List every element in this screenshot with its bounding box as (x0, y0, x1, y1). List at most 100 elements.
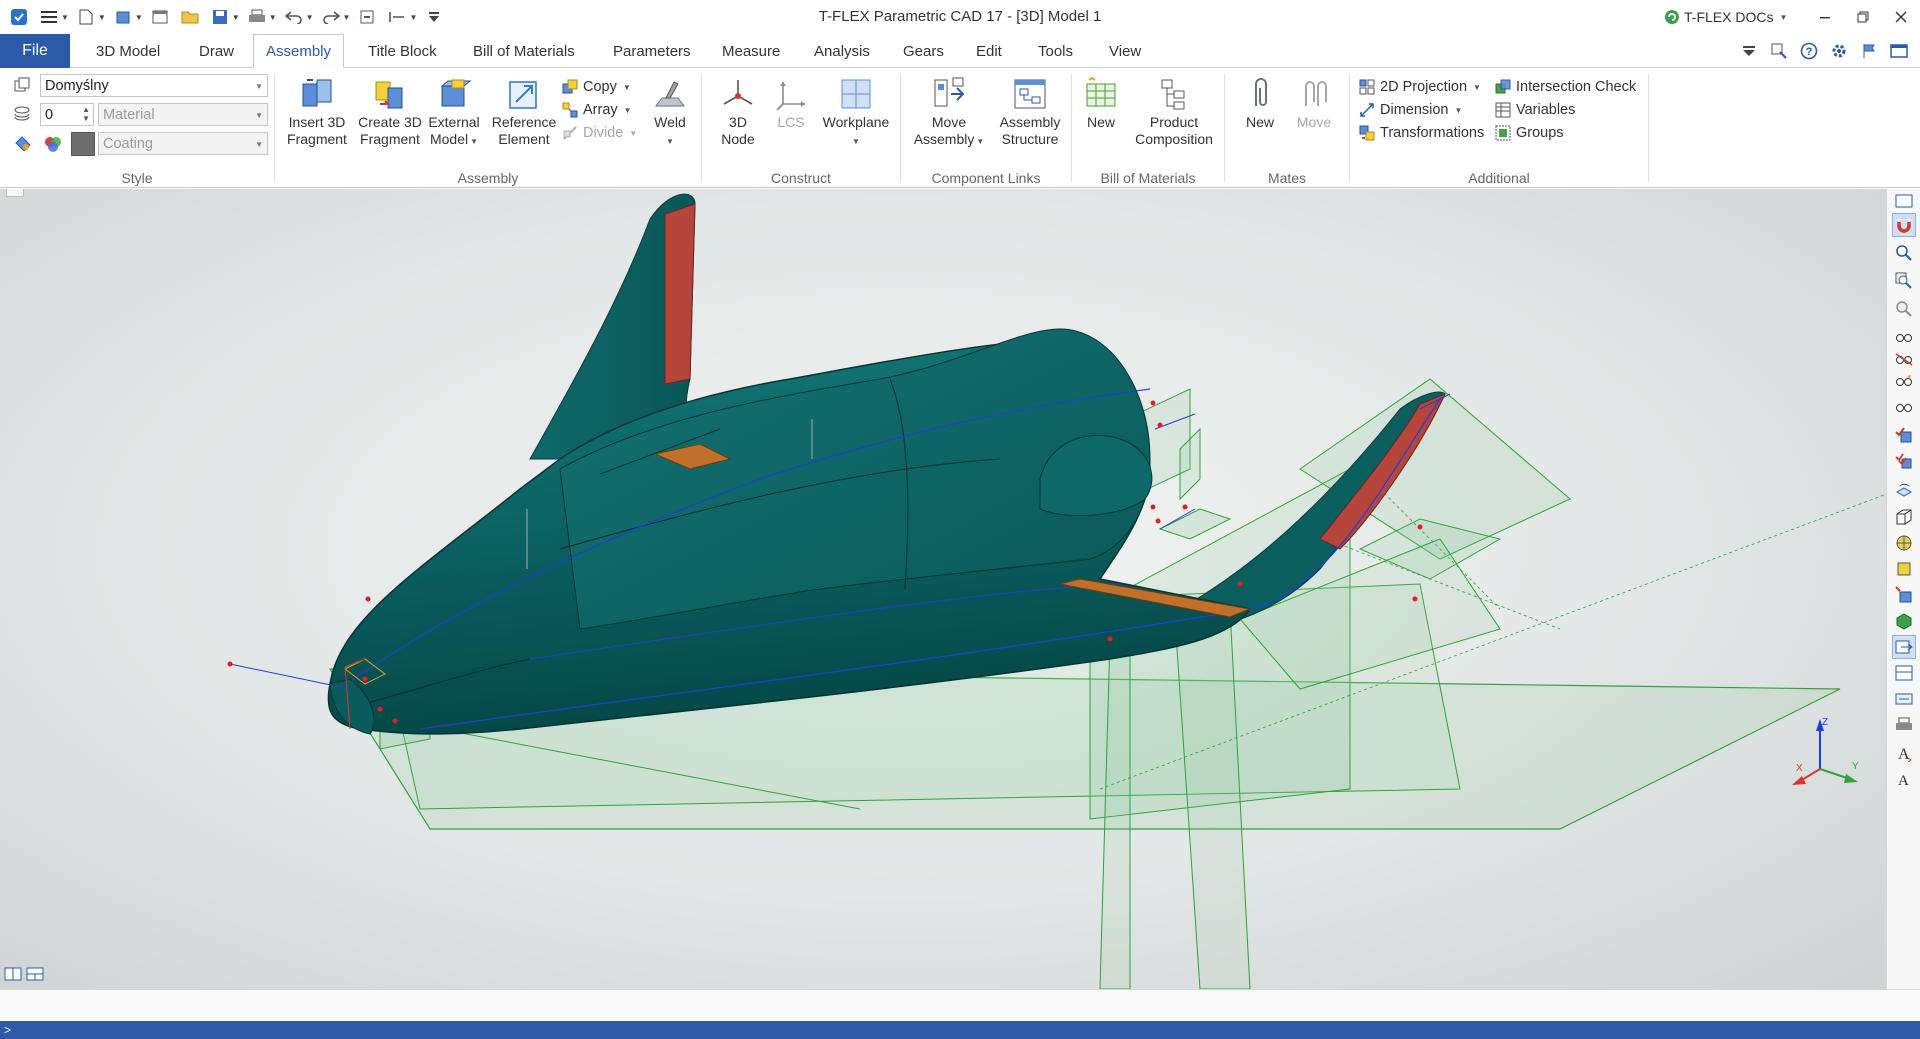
customize-qat-icon[interactable] (423, 6, 445, 28)
help-icon[interactable]: ? (1798, 40, 1820, 62)
glasses-icon[interactable] (1892, 325, 1916, 349)
glasses-edit-icon[interactable] (1892, 369, 1916, 393)
tab-analysis[interactable]: Analysis (814, 34, 870, 68)
style-select[interactable]: Domyślny ▼ (40, 74, 268, 97)
model-canvas[interactable]: Z Y X (0, 189, 1886, 989)
chevron-down-icon[interactable]: ▼ (98, 13, 106, 22)
chevron-down-icon[interactable]: ▼ (232, 13, 240, 22)
save-icon[interactable] (209, 6, 231, 28)
check-cubes-icon[interactable] (1892, 449, 1916, 473)
tab-bill-of-materials[interactable]: Bill of Materials (473, 34, 575, 68)
divide-button[interactable]: Divide ▼ (561, 122, 637, 144)
3d-node-button[interactable]: 3D Node (714, 74, 762, 148)
view-window-icon[interactable] (1892, 189, 1916, 213)
check-cube-icon[interactable] (1892, 423, 1916, 447)
sphere-view-icon[interactable] (1892, 531, 1916, 555)
variables-button[interactable]: Variables (1494, 99, 1575, 121)
magnet-snap-icon[interactable] (1892, 213, 1916, 237)
insert-3d-fragment-button[interactable]: Insert 3D Fragment (285, 74, 349, 148)
new-bom-button[interactable]: New (1078, 74, 1124, 131)
viewport-corner-icon[interactable] (6, 189, 24, 197)
command-line[interactable]: > (0, 1021, 1920, 1039)
close-button[interactable] (1882, 0, 1920, 34)
intersection-check-button[interactable]: Intersection Check (1494, 76, 1636, 98)
glasses-view-icon[interactable] (1892, 395, 1916, 419)
tab-tools[interactable]: Tools (1038, 34, 1073, 68)
yellow-cube-icon[interactable] (1892, 557, 1916, 581)
zoom-window-icon[interactable] (1892, 241, 1916, 265)
tflex-docs-button[interactable]: T-FLEX DOCs ▼ (1664, 6, 1787, 28)
product-composition-button[interactable]: Product Composition (1128, 74, 1220, 148)
redo-icon[interactable] (320, 6, 342, 28)
cube-edit-icon[interactable] (1892, 583, 1916, 607)
tab-gears[interactable]: Gears (903, 34, 944, 68)
text-style-icon[interactable]: A (1892, 741, 1916, 765)
tab-parameters[interactable]: Parameters (613, 34, 691, 68)
text-icon[interactable]: A (1892, 767, 1916, 791)
3d-viewport[interactable]: Z Y X (0, 189, 1886, 989)
chevron-down-icon[interactable]: ▼ (61, 13, 69, 22)
window-layout-icon[interactable] (1888, 40, 1910, 62)
external-model-button[interactable]: External Model ▼ (423, 74, 485, 150)
tab-edit[interactable]: Edit (976, 34, 1002, 68)
color-palette-icon[interactable] (14, 135, 32, 156)
groups-button[interactable]: Groups (1494, 122, 1564, 144)
green-cube-icon[interactable] (1892, 609, 1916, 633)
chevron-down-icon[interactable]: ▼ (135, 13, 143, 22)
regenerate-icon[interactable] (356, 6, 378, 28)
dimension-button[interactable]: Dimension ▼ (1358, 99, 1462, 121)
view-direction-icon[interactable] (1892, 635, 1916, 659)
settings-gear-icon[interactable] (1828, 40, 1850, 62)
history-icon[interactable] (386, 6, 408, 28)
weld-button[interactable]: Weld ▼ (647, 74, 693, 150)
app-logo-icon[interactable] (8, 6, 30, 28)
minimize-button[interactable] (1806, 0, 1844, 34)
search-commands-icon[interactable] (1768, 40, 1790, 62)
ribbon-dropdown-icon[interactable] (1738, 40, 1760, 62)
new-mate-button[interactable]: New (1237, 74, 1283, 131)
move-assembly-button[interactable]: Move Assembly ▼ (909, 74, 989, 150)
workplane-button[interactable]: Workplane ▼ (816, 74, 896, 150)
render-settings-icon[interactable] (1892, 687, 1916, 711)
lcs-button[interactable]: LCS (768, 74, 814, 131)
tab-measure[interactable]: Measure (722, 34, 780, 68)
new-3d-icon[interactable] (112, 6, 134, 28)
print-icon[interactable] (246, 6, 268, 28)
tile-vertical-icon[interactable] (4, 967, 22, 986)
assembly-structure-button[interactable]: Assembly Structure (993, 74, 1067, 148)
open-folder-icon[interactable] (179, 6, 201, 28)
tab-3d-model[interactable]: 3D Model (96, 34, 160, 68)
glasses-hide-icon[interactable] (1892, 347, 1916, 371)
tab-view[interactable]: View (1109, 34, 1141, 68)
move-mate-button[interactable]: Move (1289, 74, 1339, 131)
color-wheel-icon[interactable] (44, 135, 62, 158)
zoom-all-icon[interactable] (1892, 269, 1916, 293)
chevron-down-icon[interactable]: ▼ (409, 13, 417, 22)
color-swatch[interactable] (71, 132, 95, 156)
window-icon[interactable] (149, 6, 171, 28)
tab-assembly[interactable]: Assembly (253, 34, 345, 68)
undo-icon[interactable] (283, 6, 305, 28)
2d-projection-button[interactable]: 2D Projection ▼ (1358, 76, 1481, 98)
section-view-icon[interactable] (1892, 661, 1916, 685)
array-button[interactable]: Array ▼ (561, 99, 632, 121)
rotate-plane-icon[interactable] (1892, 477, 1916, 501)
zoom-icon[interactable] (1892, 297, 1916, 321)
tab-draw[interactable]: Draw (199, 34, 234, 68)
printer-view-icon[interactable] (1892, 713, 1916, 737)
tab-file[interactable]: File (0, 34, 70, 68)
stepper-arrows-icon[interactable]: ▲ ▼ (82, 105, 90, 123)
chevron-down-icon[interactable]: ▼ (269, 13, 277, 22)
coating-select[interactable]: Coating ▼ (98, 132, 268, 155)
material-select[interactable]: Material ▼ (98, 103, 268, 126)
tile-horizontal-icon[interactable] (26, 967, 44, 986)
restore-button[interactable] (1844, 0, 1882, 34)
reference-element-button[interactable]: Reference Element (487, 74, 561, 148)
tab-title-block[interactable]: Title Block (368, 34, 437, 68)
new-document-icon[interactable] (75, 6, 97, 28)
create-3d-fragment-button[interactable]: Create 3D Fragment (355, 74, 425, 148)
transformations-button[interactable]: Transformations (1358, 122, 1484, 144)
copy-button[interactable]: Copy ▼ (561, 76, 631, 98)
layer-stepper[interactable]: 0 ▲ ▼ (40, 103, 94, 126)
box-view-icon[interactable] (1892, 505, 1916, 529)
